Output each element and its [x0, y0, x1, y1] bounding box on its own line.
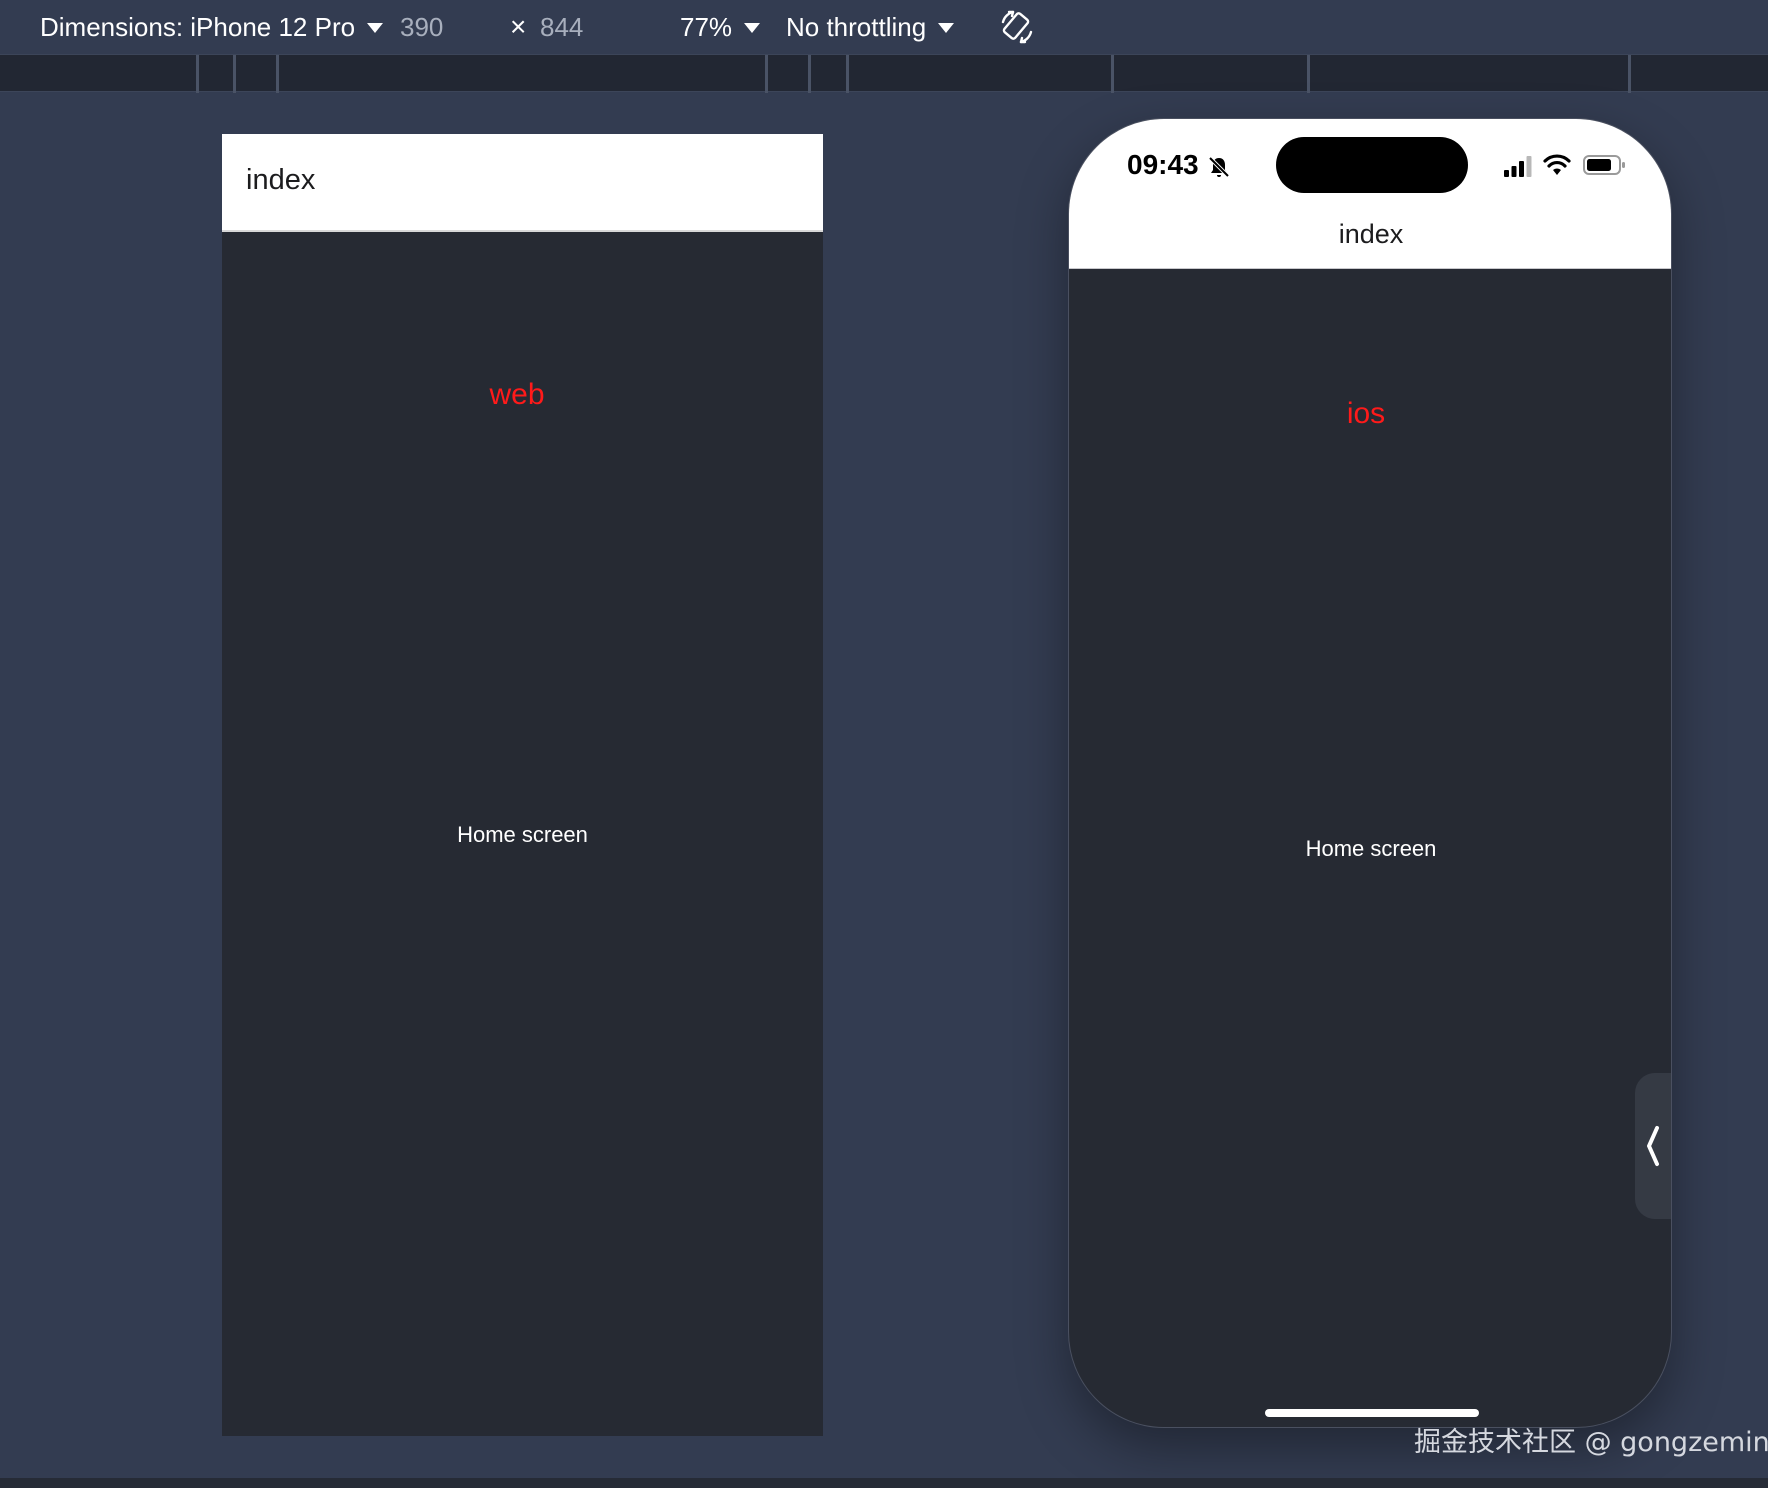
web-home-screen-text: Home screen [457, 822, 588, 847]
side-drawer-handle[interactable] [1635, 1073, 1671, 1219]
web-nav-title: index [246, 164, 316, 196]
width-input[interactable]: 390 [400, 0, 500, 54]
bottom-panel-edge [0, 1478, 1768, 1488]
ios-simulator-device: 09:43 index ios Home screen [1068, 118, 1672, 1428]
ruler-tick [196, 55, 199, 93]
ruler-tick [1307, 55, 1310, 93]
watermark-text: 掘金技术社区 @ gongzemin [1414, 1427, 1768, 1458]
bell-slash-icon [1208, 156, 1230, 178]
dropdown-caret-icon [938, 23, 955, 33]
ruler-tick [1111, 55, 1114, 93]
times-symbol: × [510, 11, 527, 42]
home-indicator[interactable] [1265, 1409, 1479, 1417]
cellular-signal-icon [1504, 156, 1532, 177]
ruler-tick [846, 55, 849, 93]
web-platform-text: web [489, 378, 545, 411]
device-dimensions-dropdown[interactable]: Dimensions: iPhone 12 Pro [40, 0, 384, 54]
ios-home-screen-text: Home screen [1305, 836, 1437, 861]
dropdown-caret-icon [744, 23, 761, 33]
throttling-dropdown[interactable]: No throttling [786, 0, 955, 54]
chevron-left-icon [1647, 1126, 1659, 1166]
ios-nav-title: index [1338, 219, 1404, 249]
status-time: 09:43 [1127, 149, 1199, 180]
web-preview-viewport: index web Home screen [222, 134, 823, 1436]
ruler-tick [808, 55, 811, 93]
dynamic-island [1276, 137, 1468, 193]
ruler-tick [276, 55, 279, 93]
ruler-tick [765, 55, 768, 93]
wifi-icon [1543, 154, 1571, 175]
rotate-device-icon[interactable] [998, 0, 1038, 54]
battery-icon [1583, 155, 1625, 175]
dropdown-caret-icon [367, 23, 384, 33]
height-input[interactable]: 844 [540, 0, 640, 54]
web-nav-header: index [222, 134, 823, 232]
device-toolbar: Dimensions: iPhone 12 Pro 390 × 844 77% … [0, 0, 1768, 54]
throttling-label: No throttling [786, 11, 927, 42]
ios-status-and-nav-bar: 09:43 index [1069, 119, 1671, 269]
zoom-dropdown[interactable]: 77% [680, 0, 761, 54]
ruler-tick [1628, 55, 1631, 93]
device-dimensions-label: Dimensions: iPhone 12 Pro [40, 11, 356, 42]
ios-platform-text: ios [1346, 397, 1386, 430]
media-query-ruler[interactable] [0, 54, 1768, 93]
ruler-tick [233, 55, 236, 93]
zoom-label: 77% [680, 11, 733, 42]
